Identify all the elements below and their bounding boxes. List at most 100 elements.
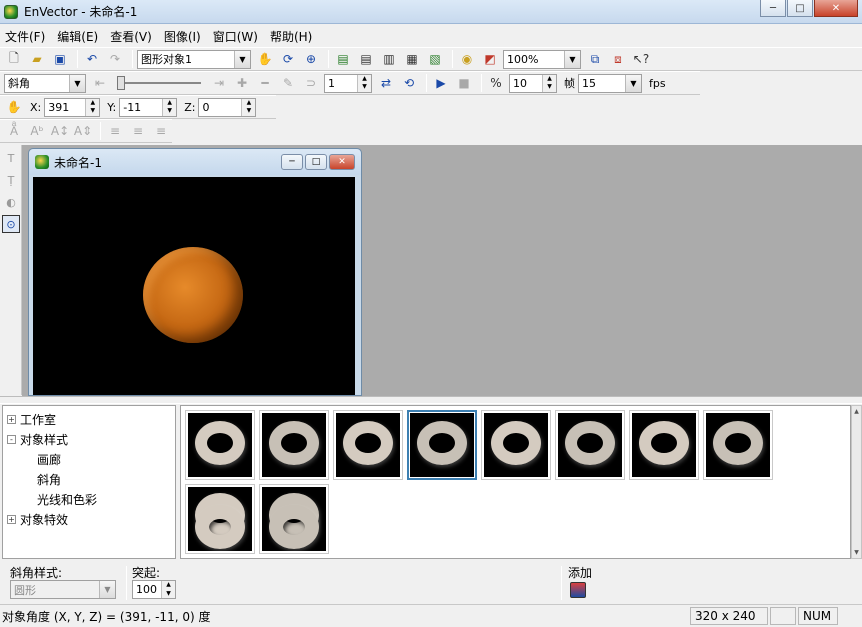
align-right-icon[interactable]: ≡ bbox=[151, 121, 171, 141]
view-side-icon[interactable]: ▥ bbox=[379, 49, 399, 69]
spin-up-icon[interactable]: ▲ bbox=[358, 74, 371, 83]
expand-icon[interactable]: + bbox=[7, 514, 16, 524]
add-keyframe-icon[interactable]: ✚ bbox=[232, 73, 252, 93]
y-angle-spinner[interactable]: -11 ▲ ▼ bbox=[119, 97, 178, 117]
maximize-button[interactable]: □ bbox=[787, 0, 813, 17]
orange-disc-object[interactable] bbox=[143, 247, 243, 343]
doc-maximize-button[interactable]: □ bbox=[305, 154, 327, 170]
gallery-thumbnail[interactable] bbox=[259, 410, 329, 480]
import-image-icon[interactable]: ⧈ bbox=[608, 49, 628, 69]
spin-down-icon[interactable]: ▼ bbox=[162, 589, 175, 598]
text-height-icon[interactable]: A⇕ bbox=[73, 121, 93, 141]
chart-icon[interactable]: ◩ bbox=[480, 49, 500, 69]
spin-down-icon[interactable]: ▼ bbox=[242, 107, 256, 116]
scroll-up-icon[interactable]: ▲ bbox=[852, 406, 861, 417]
swap-icon[interactable]: ⇄ bbox=[376, 73, 396, 93]
menu-window[interactable]: 窗口(W) bbox=[208, 28, 263, 45]
hand-pan-icon[interactable]: ✋ bbox=[255, 49, 275, 69]
gallery-thumbnail[interactable] bbox=[481, 410, 551, 480]
gallery-scrollbar[interactable]: ▲ ▼ bbox=[851, 405, 862, 559]
gallery-thumbnail[interactable] bbox=[259, 484, 329, 554]
menu-file[interactable]: 文件(F) bbox=[0, 28, 50, 45]
select-object-icon[interactable]: ⊕ bbox=[301, 49, 321, 69]
gallery-thumbnail[interactable] bbox=[555, 410, 625, 480]
shape-tool-icon[interactable]: ◐ bbox=[2, 193, 20, 211]
spin-down-icon[interactable]: ▼ bbox=[543, 83, 556, 92]
menu-view[interactable]: 查看(V) bbox=[105, 28, 157, 45]
rotate-hand-icon[interactable]: ✋ bbox=[4, 97, 24, 117]
frame-back-icon[interactable]: ⇤ bbox=[90, 73, 110, 93]
play-icon[interactable]: ▶ bbox=[431, 73, 451, 93]
frame-forward-icon[interactable]: ⇥ bbox=[209, 73, 229, 93]
tree-node-lighting[interactable]: 光线和色彩 bbox=[7, 489, 171, 509]
menu-edit[interactable]: 编辑(E) bbox=[52, 28, 103, 45]
scroll-down-icon[interactable]: ▼ bbox=[852, 547, 861, 558]
doc-close-button[interactable]: ✕ bbox=[329, 154, 355, 170]
document-title-bar[interactable]: 未命名-1 ─ □ ✕ bbox=[29, 149, 361, 175]
brush-icon[interactable]: ✎ bbox=[278, 73, 298, 93]
bevel-style-select[interactable]: 圆形 ▼ bbox=[10, 580, 116, 599]
repeat-icon[interactable]: ⟲ bbox=[399, 73, 419, 93]
spin-up-icon[interactable]: ▲ bbox=[86, 98, 100, 107]
text-tool-icon[interactable]: T bbox=[2, 149, 20, 167]
redo-icon[interactable]: ↷ bbox=[105, 49, 125, 69]
remove-keyframe-icon[interactable]: ━ bbox=[255, 73, 275, 93]
gallery-thumbnail[interactable] bbox=[185, 484, 255, 554]
text-style-icon[interactable]: Aͣ bbox=[4, 121, 24, 141]
align-left-icon[interactable]: ≡ bbox=[105, 121, 125, 141]
zoom-select[interactable]: 100% ▼ bbox=[503, 49, 581, 69]
spin-up-icon[interactable]: ▲ bbox=[162, 581, 175, 590]
tree-node-object-effects[interactable]: + 对象特效 bbox=[7, 509, 171, 529]
frame-start-spinner[interactable]: 1 ▲ ▼ bbox=[324, 73, 372, 93]
text-spacing-icon[interactable]: A↕ bbox=[50, 121, 70, 141]
web-globe-icon[interactable]: ◉ bbox=[457, 49, 477, 69]
minimize-button[interactable]: ─ bbox=[760, 0, 786, 17]
gallery-thumbnail[interactable] bbox=[629, 410, 699, 480]
view-back-icon[interactable]: ▤ bbox=[356, 49, 376, 69]
text-box-tool-icon[interactable]: Ṭ bbox=[2, 171, 20, 189]
frame-slider[interactable] bbox=[113, 74, 205, 92]
tree-node-object-style[interactable]: - 对象样式 bbox=[7, 429, 171, 449]
spin-up-icon[interactable]: ▲ bbox=[543, 74, 556, 83]
export-image-icon[interactable]: ⧉ bbox=[585, 49, 605, 69]
undo-icon[interactable]: ↶ bbox=[82, 49, 102, 69]
rotate-object-icon[interactable]: ⟳ bbox=[278, 49, 298, 69]
percent-icon[interactable]: % bbox=[486, 73, 506, 93]
frame-count-spinner[interactable]: 10 ▲ ▼ bbox=[509, 73, 557, 93]
view-front-icon[interactable]: ▤ bbox=[333, 49, 353, 69]
fps-select[interactable]: 15 ▼ bbox=[578, 73, 642, 93]
gallery-thumbnail[interactable] bbox=[333, 410, 403, 480]
menu-help[interactable]: 帮助(H) bbox=[265, 28, 317, 45]
menu-image[interactable]: 图像(I) bbox=[159, 28, 206, 45]
render-canvas[interactable] bbox=[33, 177, 355, 395]
spin-down-icon[interactable]: ▼ bbox=[86, 107, 100, 116]
gallery-thumbnail[interactable] bbox=[185, 410, 255, 480]
gallery-thumbnail[interactable] bbox=[407, 410, 477, 480]
view-bottom-icon[interactable]: ▧ bbox=[425, 49, 445, 69]
new-file-icon[interactable]: 🗋 bbox=[4, 49, 24, 69]
open-folder-icon[interactable]: ▰ bbox=[27, 49, 47, 69]
align-center-icon[interactable]: ≡ bbox=[128, 121, 148, 141]
panel-splitter[interactable] bbox=[0, 396, 862, 404]
slider-thumb[interactable] bbox=[117, 76, 125, 90]
spin-up-icon[interactable]: ▲ bbox=[242, 98, 256, 107]
object-select[interactable]: 图形对象1 ▼ bbox=[137, 49, 251, 69]
effect-select[interactable]: 斜角 ▼ bbox=[4, 73, 86, 93]
tree-node-gallery[interactable]: 画廊 bbox=[7, 449, 171, 469]
doc-minimize-button[interactable]: ─ bbox=[281, 154, 303, 170]
tree-node-studio[interactable]: + 工作室 bbox=[7, 409, 171, 429]
close-button[interactable]: ✕ bbox=[814, 0, 858, 17]
save-icon[interactable]: ▣ bbox=[50, 49, 70, 69]
x-angle-spinner[interactable]: 391 ▲ ▼ bbox=[44, 97, 101, 117]
bulge-spinner[interactable]: 100 ▲ ▼ bbox=[132, 580, 176, 599]
add-style-icon[interactable] bbox=[570, 582, 586, 598]
help-pointer-icon[interactable]: ↖? bbox=[631, 49, 651, 69]
z-angle-spinner[interactable]: 0 ▲ ▼ bbox=[198, 97, 257, 117]
gallery-thumbnail[interactable] bbox=[703, 410, 773, 480]
collapse-icon[interactable]: - bbox=[7, 434, 16, 444]
view-top-icon[interactable]: ▦ bbox=[402, 49, 422, 69]
object-tool-icon[interactable]: ⊙ bbox=[2, 215, 20, 233]
spin-down-icon[interactable]: ▼ bbox=[358, 83, 371, 92]
stop-icon[interactable]: ■ bbox=[454, 73, 474, 93]
expand-icon[interactable]: + bbox=[7, 414, 16, 424]
